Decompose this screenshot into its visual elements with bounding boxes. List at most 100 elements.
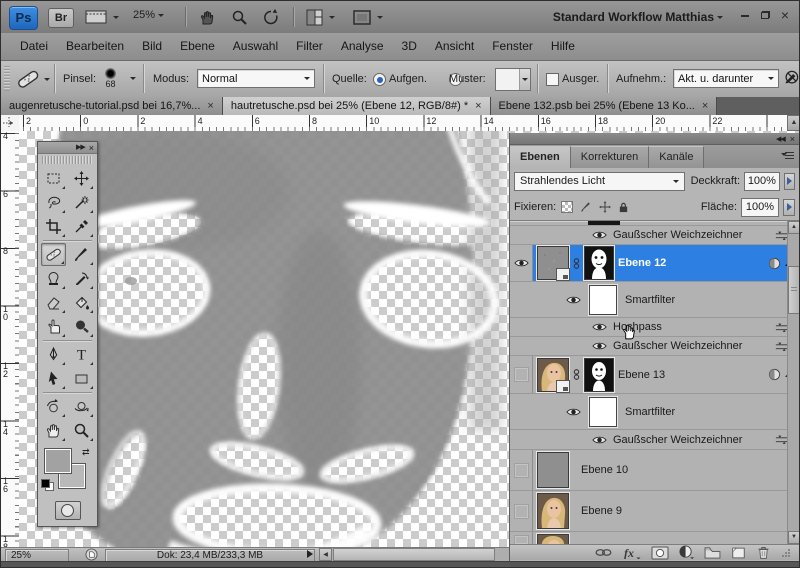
layers-scrollbar[interactable]: ▲ ▼	[787, 221, 799, 544]
document-tab-1[interactable]: hautretusche.psd bei 25% (Ebene 12, RGB/…	[222, 97, 491, 115]
tool-magic-wand[interactable]	[69, 191, 94, 214]
close-button[interactable]: ×	[777, 8, 793, 23]
visibility-eye-icon[interactable]	[566, 295, 581, 305]
horizontal-scrollbar[interactable]: ◀	[319, 548, 509, 561]
smart-filter-item[interactable]: Gaußscher Weichzeichner	[510, 337, 799, 356]
visibility-eye-icon[interactable]	[592, 230, 607, 240]
tool-preset-picker[interactable]	[15, 67, 50, 91]
scroll-up-button[interactable]: ▲	[788, 221, 799, 234]
layer-row-ebene-12[interactable]: Ebene 12	[510, 245, 799, 282]
quick-mask-button[interactable]	[54, 501, 81, 520]
tool-path-selection[interactable]	[41, 367, 66, 390]
default-colors-icon[interactable]	[41, 479, 54, 491]
tool-hand[interactable]	[41, 419, 66, 442]
visibility-toggle[interactable]	[510, 245, 533, 281]
filter-mask-thumbnail[interactable]	[588, 395, 618, 428]
rotate-view-icon[interactable]	[262, 8, 280, 26]
arrange-documents-icon[interactable]	[306, 8, 335, 26]
tool-brush[interactable]	[69, 243, 94, 266]
panel-tab-kan-le[interactable]: Kanäle	[649, 146, 705, 168]
workspace-switcher[interactable]: Standard Workflow Matthias	[553, 1, 723, 33]
hand-tool-icon[interactable]	[199, 8, 216, 26]
opacity-slider-button[interactable]	[783, 172, 795, 190]
tab-close-icon[interactable]: ×	[475, 101, 481, 112]
ignore-adjustment-layers-icon[interactable]	[783, 70, 799, 86]
smart-filter-item[interactable]: Gaußscher Weichzeichner	[510, 430, 799, 450]
layer-row-ebene-10[interactable]: Ebene 10	[510, 450, 799, 491]
visibility-toggle[interactable]	[510, 356, 533, 393]
lock-paint-icon[interactable]	[579, 201, 592, 214]
tool-smudge[interactable]	[41, 315, 66, 338]
tool-dodge[interactable]	[69, 315, 94, 338]
smart-filter-mask-row[interactable]: Smartfilter	[510, 394, 799, 430]
fill-slider-button[interactable]	[783, 198, 795, 216]
status-menu-arrow[interactable]	[307, 550, 313, 561]
tool-rectangle-shape[interactable]	[69, 367, 94, 390]
tool-type[interactable]: T	[69, 343, 94, 366]
tool-crop[interactable]	[41, 215, 66, 238]
adjustment-layer-button[interactable]	[679, 545, 694, 560]
fill-field[interactable]: 100%	[741, 197, 779, 217]
layer-row-ebene-9[interactable]: Ebene 9	[510, 491, 799, 532]
menu-auswahl[interactable]: Auswahl	[224, 33, 287, 60]
tool-paint-bucket[interactable]	[69, 291, 94, 314]
tab-close-icon[interactable]: ×	[207, 101, 213, 112]
add-layer-mask-button[interactable]	[651, 546, 669, 560]
menu-ansicht[interactable]: Ansicht	[426, 33, 483, 60]
layer-row-ebene-13[interactable]: Ebene 13	[510, 356, 799, 394]
menu-3d[interactable]: 3D	[393, 33, 426, 60]
foreground-color-swatch[interactable]	[44, 448, 72, 474]
new-group-button[interactable]	[704, 546, 721, 559]
menu-bild[interactable]: Bild	[133, 33, 171, 60]
source-sampled-radio[interactable]	[373, 73, 386, 86]
menu-fenster[interactable]: Fenster	[483, 33, 542, 60]
menu-filter[interactable]: Filter	[287, 33, 332, 60]
layer-thumbnail[interactable]	[536, 451, 570, 489]
panel-menu-icon[interactable]	[778, 151, 794, 162]
delete-layer-button[interactable]	[756, 545, 771, 560]
layer-name[interactable]: Ebene 10	[581, 464, 628, 476]
layer-thumbnail[interactable]	[536, 245, 570, 281]
layer-name[interactable]: Ebene 12	[618, 257, 764, 269]
layer-thumbnail[interactable]	[536, 532, 570, 544]
visibility-eye-icon[interactable]	[566, 407, 581, 417]
tool-3d-orbit[interactable]	[69, 395, 94, 418]
smart-filter-mask-row[interactable]: Smartfilter	[510, 282, 799, 318]
panel-resize-grip[interactable]	[781, 548, 791, 558]
layer-mask-thumbnail[interactable]	[583, 245, 615, 281]
visibility-toggle[interactable]	[510, 491, 533, 531]
screen-mode-icon[interactable]	[353, 8, 383, 26]
tab-close-icon[interactable]: ×	[702, 101, 708, 112]
lock-transparency-icon[interactable]	[560, 201, 573, 214]
tool-history-brush[interactable]	[69, 267, 94, 290]
document-tab-0[interactable]: augenretusche-tutorial.psd bei 16,7%... ×	[1, 97, 223, 115]
layer-mask-thumbnail[interactable]	[583, 356, 615, 393]
tool-pen[interactable]	[41, 343, 66, 366]
smart-filter-item[interactable]: Gaußscher Weichzeichner	[510, 226, 799, 245]
close-dock-icon[interactable]: ×	[790, 134, 795, 144]
menu-analyse[interactable]: Analyse	[332, 33, 393, 60]
smart-filter-badge-icon[interactable]	[768, 257, 781, 270]
scrollbar-thumb[interactable]	[788, 266, 799, 314]
tool-eraser[interactable]	[41, 291, 66, 314]
sample-select[interactable]: Akt. u. darunter	[673, 69, 779, 88]
layer-style-button[interactable]: fx	[623, 546, 641, 559]
tool-clone-stamp[interactable]	[41, 267, 66, 290]
tool-eyedropper[interactable]	[69, 215, 94, 238]
minimize-button[interactable]	[737, 9, 753, 23]
scroll-down-button[interactable]: ▼	[788, 531, 799, 544]
restore-button[interactable]	[757, 9, 773, 23]
visibility-eye-icon[interactable]	[592, 322, 607, 332]
layer-name[interactable]: Ebene 9	[581, 505, 622, 517]
menu-datei[interactable]: Datei	[11, 33, 57, 60]
aligned-checkbox[interactable]	[546, 73, 559, 86]
filter-mask-thumbnail[interactable]	[588, 283, 618, 316]
brush-preset-picker[interactable]: 68	[105, 66, 116, 89]
pattern-picker[interactable]	[495, 68, 531, 91]
close-panel-icon[interactable]: ×	[89, 143, 94, 153]
scrollbar-thumb[interactable]	[333, 548, 495, 561]
lock-all-icon[interactable]	[617, 201, 630, 214]
collapse-dock-icon[interactable]: ◀◀	[776, 135, 786, 143]
panel-tab-ebenen[interactable]: Ebenen	[510, 146, 571, 168]
visibility-toggle[interactable]	[510, 450, 533, 490]
